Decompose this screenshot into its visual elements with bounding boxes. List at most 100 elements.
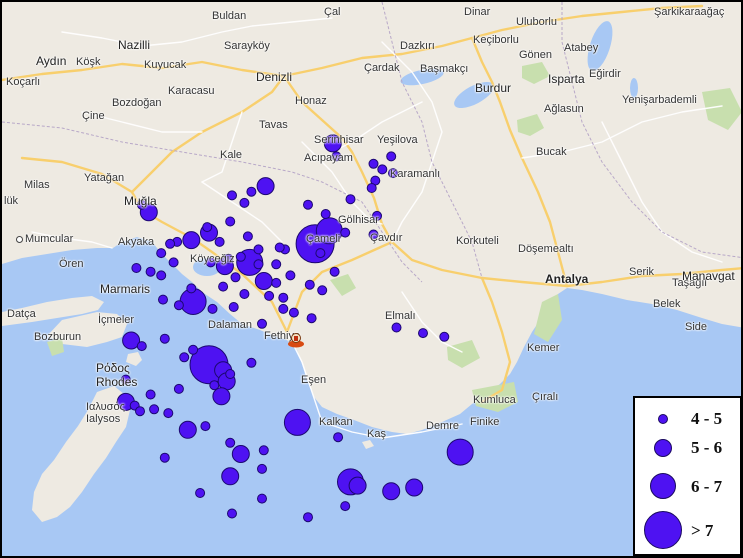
earthquake-marker[interactable] — [165, 238, 176, 249]
earthquake-marker[interactable] — [257, 493, 267, 504]
earthquake-marker[interactable] — [386, 151, 397, 162]
earthquake-marker[interactable] — [214, 236, 225, 247]
earthquake-marker[interactable] — [253, 259, 264, 270]
earthquake-marker[interactable] — [348, 476, 367, 495]
earthquake-marker[interactable] — [158, 294, 168, 305]
earthquake-marker[interactable] — [253, 244, 264, 255]
place-label: Eğirdir — [589, 68, 621, 80]
earthquake-marker[interactable] — [257, 318, 267, 329]
earthquake-marker[interactable] — [304, 279, 315, 290]
earthquake-marker[interactable] — [306, 313, 317, 324]
earthquake-marker[interactable] — [439, 331, 450, 342]
map-legend: 4 - 5 5 - 6 6 - 7 > 7 — [633, 396, 741, 556]
earthquake-marker[interactable] — [231, 445, 250, 463]
place-label: Şarkikaraağaç — [654, 6, 725, 18]
earthquake-marker[interactable] — [278, 303, 289, 314]
earthquake-marker[interactable] — [303, 199, 313, 210]
earthquake-marker[interactable] — [173, 383, 184, 394]
location-marker-icon[interactable] — [287, 332, 305, 348]
earthquake-marker[interactable] — [257, 463, 267, 474]
earthquake-marker[interactable] — [131, 263, 142, 273]
earthquake-marker[interactable] — [274, 242, 285, 253]
earthquake-marker[interactable] — [182, 231, 201, 250]
earthquake-marker[interactable] — [173, 300, 184, 311]
place-label: Ρόδος — [96, 361, 130, 375]
earthquake-marker[interactable] — [329, 266, 340, 277]
earthquake-marker[interactable] — [230, 272, 241, 283]
earthquake-marker[interactable] — [135, 406, 145, 417]
earthquake-marker[interactable] — [179, 352, 190, 363]
earthquake-marker[interactable] — [202, 222, 213, 233]
earthquake-marker[interactable] — [246, 357, 257, 368]
earthquake-marker[interactable] — [368, 158, 379, 169]
place-label: Side — [685, 321, 708, 333]
earthquake-marker[interactable] — [256, 177, 275, 196]
earthquake-marker[interactable] — [168, 257, 179, 268]
earthquake-marker[interactable] — [315, 248, 326, 259]
legend-item: 6 - 7 — [635, 469, 740, 499]
earthquake-marker[interactable] — [163, 408, 174, 419]
earthquake-marker[interactable] — [159, 333, 170, 344]
earthquake-marker[interactable] — [207, 303, 218, 314]
earthquake-marker[interactable] — [195, 488, 206, 498]
map[interactable]: Buldan Çal Dinar Uluborlu Şarkikaraağaç … — [0, 0, 743, 558]
earthquake-marker[interactable] — [239, 197, 250, 208]
earthquake-marker[interactable] — [225, 216, 236, 227]
earthquake-marker[interactable] — [340, 501, 351, 512]
place-label: Ialysos — [86, 413, 121, 425]
earthquake-marker[interactable] — [145, 389, 156, 400]
earthquake-marker[interactable] — [246, 186, 257, 197]
earthquake-marker[interactable] — [200, 421, 211, 432]
earthquake-marker[interactable] — [235, 251, 246, 262]
earthquake-marker[interactable] — [227, 190, 237, 201]
place-label: Çardak — [364, 62, 400, 74]
earthquake-marker[interactable] — [366, 183, 377, 193]
earthquake-marker[interactable] — [227, 508, 237, 519]
earthquake-marker[interactable] — [209, 380, 220, 391]
earthquake-marker[interactable] — [225, 437, 236, 448]
place-label: Finike — [470, 416, 500, 428]
earthquake-marker[interactable] — [377, 164, 388, 175]
earthquake-marker[interactable] — [258, 445, 269, 456]
earthquake-marker[interactable] — [418, 328, 428, 339]
legend-item: 5 - 6 — [635, 433, 740, 463]
earthquake-marker[interactable] — [333, 432, 344, 443]
earthquake-marker[interactable] — [264, 290, 275, 301]
earthquake-marker[interactable] — [288, 307, 299, 318]
earthquake-marker[interactable] — [221, 467, 240, 486]
earthquake-marker[interactable] — [178, 420, 197, 439]
earthquake-marker[interactable] — [159, 452, 170, 463]
earthquake-marker[interactable] — [283, 408, 311, 436]
earthquake-marker[interactable] — [405, 478, 424, 497]
earthquake-marker[interactable] — [254, 272, 273, 290]
earthquake-marker[interactable] — [320, 209, 331, 219]
earthquake-marker[interactable] — [391, 322, 402, 333]
earthquake-marker[interactable] — [225, 369, 236, 379]
earthquake-marker[interactable] — [345, 194, 356, 205]
place-label: Ağlasun — [544, 103, 584, 115]
earthquake-marker[interactable] — [136, 341, 147, 352]
earthquake-marker[interactable] — [149, 404, 160, 415]
earthquake-marker[interactable] — [145, 266, 156, 277]
earthquake-marker[interactable] — [382, 482, 401, 501]
earthquake-marker[interactable] — [278, 292, 289, 303]
place-label: Çameli — [306, 233, 341, 245]
earthquake-marker[interactable] — [271, 277, 282, 288]
earthquake-marker[interactable] — [242, 231, 253, 242]
earthquake-marker[interactable] — [228, 302, 239, 312]
earthquake-marker[interactable] — [156, 248, 167, 259]
park-2 — [702, 88, 741, 130]
earthquake-marker[interactable] — [340, 227, 351, 238]
earthquake-marker[interactable] — [271, 259, 282, 270]
earthquake-marker[interactable] — [446, 438, 474, 466]
earthquake-marker[interactable] — [212, 387, 231, 406]
earthquake-marker[interactable] — [285, 270, 296, 281]
earthquake-marker[interactable] — [239, 289, 250, 299]
earthquake-marker[interactable] — [188, 344, 199, 355]
earthquake-marker[interactable] — [218, 281, 229, 292]
earthquake-marker[interactable] — [317, 285, 328, 296]
earthquake-marker[interactable] — [156, 270, 167, 281]
earthquake-marker[interactable] — [303, 512, 313, 523]
earthquake-marker[interactable] — [186, 283, 197, 294]
place-label: Kale — [220, 149, 243, 161]
